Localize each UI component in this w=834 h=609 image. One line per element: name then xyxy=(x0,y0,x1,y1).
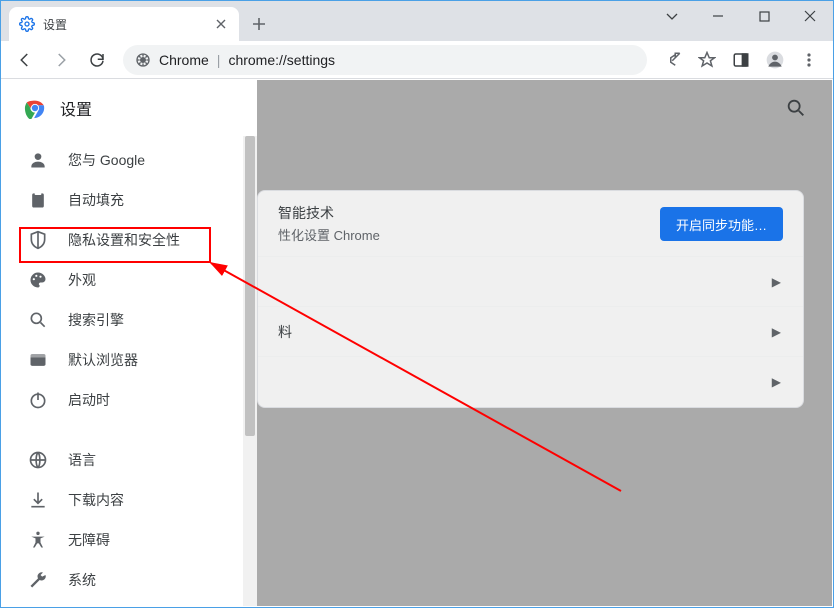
scrollbar-thumb[interactable] xyxy=(245,136,255,436)
back-button[interactable] xyxy=(9,44,41,76)
sidebar-item-label: 外观 xyxy=(68,270,96,290)
palette-icon xyxy=(28,270,48,290)
sidebar-item-label: 启动时 xyxy=(68,390,110,410)
titlebar: 设置 xyxy=(1,1,833,41)
sidebar-item-label: 无障碍 xyxy=(68,530,110,550)
chevron-right-icon: ▶ xyxy=(772,325,781,339)
tab-search-button[interactable] xyxy=(649,1,695,31)
card-row[interactable]: ▶ xyxy=(258,257,803,307)
accessibility-icon xyxy=(28,530,48,550)
sidebar-item-downloads[interactable]: 下载内容 xyxy=(2,480,257,520)
omnibox-text: Chrome | chrome://settings xyxy=(159,52,335,68)
toolbar: Chrome | chrome://settings xyxy=(1,41,833,79)
wrench-icon xyxy=(28,570,48,590)
sidebar-item-startup[interactable]: 启动时 xyxy=(2,380,257,420)
browser-tab[interactable]: 设置 xyxy=(9,7,239,41)
sidebar-item-label: 隐私设置和安全性 xyxy=(68,230,180,250)
shield-icon xyxy=(28,230,48,250)
card-row[interactable]: 料 ▶ xyxy=(258,307,803,357)
sidebar-item-appearance[interactable]: 外观 xyxy=(2,260,257,300)
sidebar-item-you-and-google[interactable]: 您与 Google xyxy=(2,140,257,180)
close-icon[interactable] xyxy=(213,16,229,32)
new-tab-button[interactable] xyxy=(245,10,273,38)
site-info-icon[interactable] xyxy=(135,52,151,68)
sidebar-item-languages[interactable]: 语言 xyxy=(2,440,257,480)
window-controls xyxy=(649,1,833,31)
sidebar-item-system[interactable]: 系统 xyxy=(2,560,257,600)
chevron-right-icon: ▶ xyxy=(772,375,781,389)
sidebar-item-label: 下载内容 xyxy=(68,490,124,510)
sidebar-item-search[interactable]: 搜索引擎 xyxy=(2,300,257,340)
close-window-button[interactable] xyxy=(787,1,833,31)
card-row[interactable]: ▶ xyxy=(258,357,803,407)
person-icon xyxy=(28,150,48,170)
sidebar-scrollbar[interactable] xyxy=(243,136,257,606)
sync-promo: 智能技术 性化设置 Chrome 开启同步功能… xyxy=(258,191,803,257)
turn-on-sync-button[interactable]: 开启同步功能… xyxy=(660,207,783,241)
side-panel-button[interactable] xyxy=(725,44,757,76)
sidebar-item-autofill[interactable]: 自动填充 xyxy=(2,180,257,220)
search-settings-button[interactable] xyxy=(778,90,814,126)
menu-button[interactable] xyxy=(793,44,825,76)
sidebar-item-accessibility[interactable]: 无障碍 xyxy=(2,520,257,560)
download-icon xyxy=(28,490,48,510)
maximize-button[interactable] xyxy=(741,1,787,31)
sidebar-item-privacy[interactable]: 隐私设置和安全性 xyxy=(2,220,257,260)
minimize-button[interactable] xyxy=(695,1,741,31)
sidebar-item-label: 自动填充 xyxy=(68,190,124,210)
sidebar-item-label: 语言 xyxy=(68,450,96,470)
omnibox[interactable]: Chrome | chrome://settings xyxy=(123,45,647,75)
main-content: 智能技术 性化设置 Chrome 开启同步功能… ▶ 料 ▶ ▶ xyxy=(257,80,832,606)
settings-card: 智能技术 性化设置 Chrome 开启同步功能… ▶ 料 ▶ ▶ xyxy=(257,190,804,408)
sidebar-item-label: 系统 xyxy=(68,570,96,590)
share-button[interactable] xyxy=(657,44,689,76)
reload-button[interactable] xyxy=(81,44,113,76)
search-icon xyxy=(28,310,48,330)
tab-title: 设置 xyxy=(43,16,205,33)
sidebar-item-default-browser[interactable]: 默认浏览器 xyxy=(2,340,257,380)
chrome-logo-icon xyxy=(24,97,46,119)
sidebar-header: 设置 xyxy=(2,80,257,136)
gear-icon xyxy=(19,16,35,32)
chevron-right-icon: ▶ xyxy=(772,275,781,289)
sidebar-title: 设置 xyxy=(60,96,92,120)
browser-icon xyxy=(28,350,48,370)
clipboard-icon xyxy=(28,190,48,210)
row-text: 料 xyxy=(278,322,292,342)
globe-icon xyxy=(28,450,48,470)
sidebar-item-label: 默认浏览器 xyxy=(68,350,138,370)
forward-button[interactable] xyxy=(45,44,77,76)
bookmark-button[interactable] xyxy=(691,44,723,76)
power-icon xyxy=(28,390,48,410)
sidebar-item-label: 搜索引擎 xyxy=(68,310,124,330)
settings-sidebar: 设置 您与 Google 自动填充 隐私设置和安全性 外观 xyxy=(2,80,257,606)
profile-button[interactable] xyxy=(759,44,791,76)
sidebar-item-label: 您与 Google xyxy=(68,150,145,170)
